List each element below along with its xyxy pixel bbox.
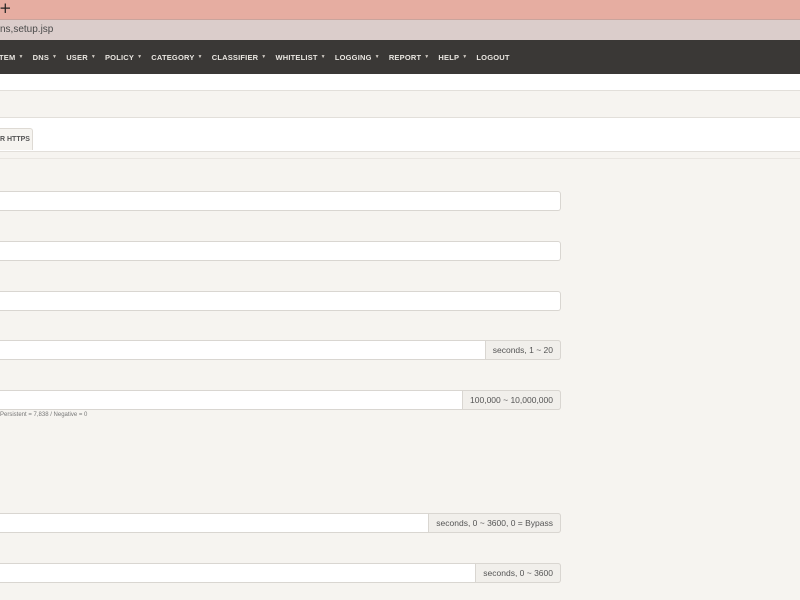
- url-text[interactable]: ns,setup.jsp: [0, 24, 53, 35]
- tab-https[interactable]: R HTTPS: [0, 128, 33, 150]
- nav-item-dns[interactable]: DNS ▼: [33, 53, 58, 62]
- cache-size-field[interactable]: 100,000 ~ 10,000,000: [0, 390, 561, 410]
- ttl-field[interactable]: seconds, 0 ~ 3600: [0, 563, 561, 583]
- tab-https-label: R HTTPS: [0, 136, 30, 143]
- nav-item-category[interactable]: CATEGORY ▼: [151, 53, 202, 62]
- nav-item-label: REPORT: [388, 52, 422, 62]
- main-navbar: TEM ▼ DNS ▼ USER ▼ POLICY ▼ CATEGORY ▼ CLASSIFIER ▼…: [0, 40, 800, 74]
- nav-item-label: POLICY: [104, 52, 135, 62]
- caret-down-icon: ▼: [261, 54, 267, 60]
- nav-item-tem[interactable]: TEM ▼: [0, 53, 24, 62]
- caret-down-icon: ▼: [462, 54, 468, 60]
- nav-item-logging[interactable]: LOGGING ▼: [335, 53, 380, 62]
- nav-item-label: CATEGORY: [151, 52, 195, 62]
- nav-item-help[interactable]: HELP ▼: [438, 53, 467, 62]
- nav-item-policy[interactable]: POLICY ▼: [105, 53, 142, 62]
- nav-item-user[interactable]: USER ▼: [66, 53, 96, 62]
- caret-down-icon: ▼: [374, 54, 380, 60]
- cache-size-range-addon: 100,000 ~ 10,000,000: [462, 390, 561, 410]
- nav-item-logout[interactable]: LOGOUT: [476, 53, 509, 62]
- divider: [0, 158, 800, 159]
- setting-field-2[interactable]: [0, 241, 561, 261]
- setting-field-3[interactable]: [0, 291, 561, 311]
- caret-down-icon: ▼: [52, 54, 58, 60]
- nav-item-label: LOGOUT: [476, 52, 510, 62]
- page-subheader: [0, 74, 800, 91]
- caret-down-icon: ▼: [424, 54, 430, 60]
- nav-item-report[interactable]: REPORT ▼: [389, 53, 430, 62]
- setting-field-1[interactable]: [0, 191, 561, 211]
- nav-item-classifier[interactable]: CLASSIFIER ▼: [212, 53, 267, 62]
- caret-down-icon: ▼: [197, 54, 203, 60]
- caret-down-icon: ▼: [137, 54, 143, 60]
- ttl-addon: seconds, 0 ~ 3600: [475, 563, 561, 583]
- nav-item-whitelist[interactable]: WHITELIST ▼: [275, 53, 325, 62]
- nav-item-label: LOGGING: [334, 52, 372, 62]
- nav-item-label: CLASSIFIER: [211, 52, 259, 62]
- caret-down-icon: ▼: [18, 54, 24, 60]
- timeout-field[interactable]: seconds, 1 ~ 20: [0, 340, 561, 360]
- settings-tab-strip: R HTTPS: [0, 117, 800, 152]
- nav-item-label: HELP: [438, 52, 460, 62]
- nav-item-label: WHITELIST: [275, 52, 318, 62]
- nav-item-label: TEM: [0, 52, 16, 62]
- caret-down-icon: ▼: [90, 54, 96, 60]
- browser-tab-bar: +: [0, 0, 800, 19]
- new-tab-icon[interactable]: +: [0, 0, 12, 17]
- bypass-timeout-addon: seconds, 0 ~ 3600, 0 = Bypass: [428, 513, 561, 533]
- nav-item-label: USER: [66, 52, 88, 62]
- bypass-timeout-field[interactable]: seconds, 0 ~ 3600, 0 = Bypass: [0, 513, 561, 533]
- browser-address-bar[interactable]: ns,setup.jsp: [0, 19, 800, 41]
- nav-item-label: DNS: [32, 52, 50, 62]
- cache-help-text: Persistent = 7,838 / Negative = 0: [0, 412, 88, 418]
- timeout-unit-addon: seconds, 1 ~ 20: [484, 340, 561, 360]
- caret-down-icon: ▼: [320, 54, 326, 60]
